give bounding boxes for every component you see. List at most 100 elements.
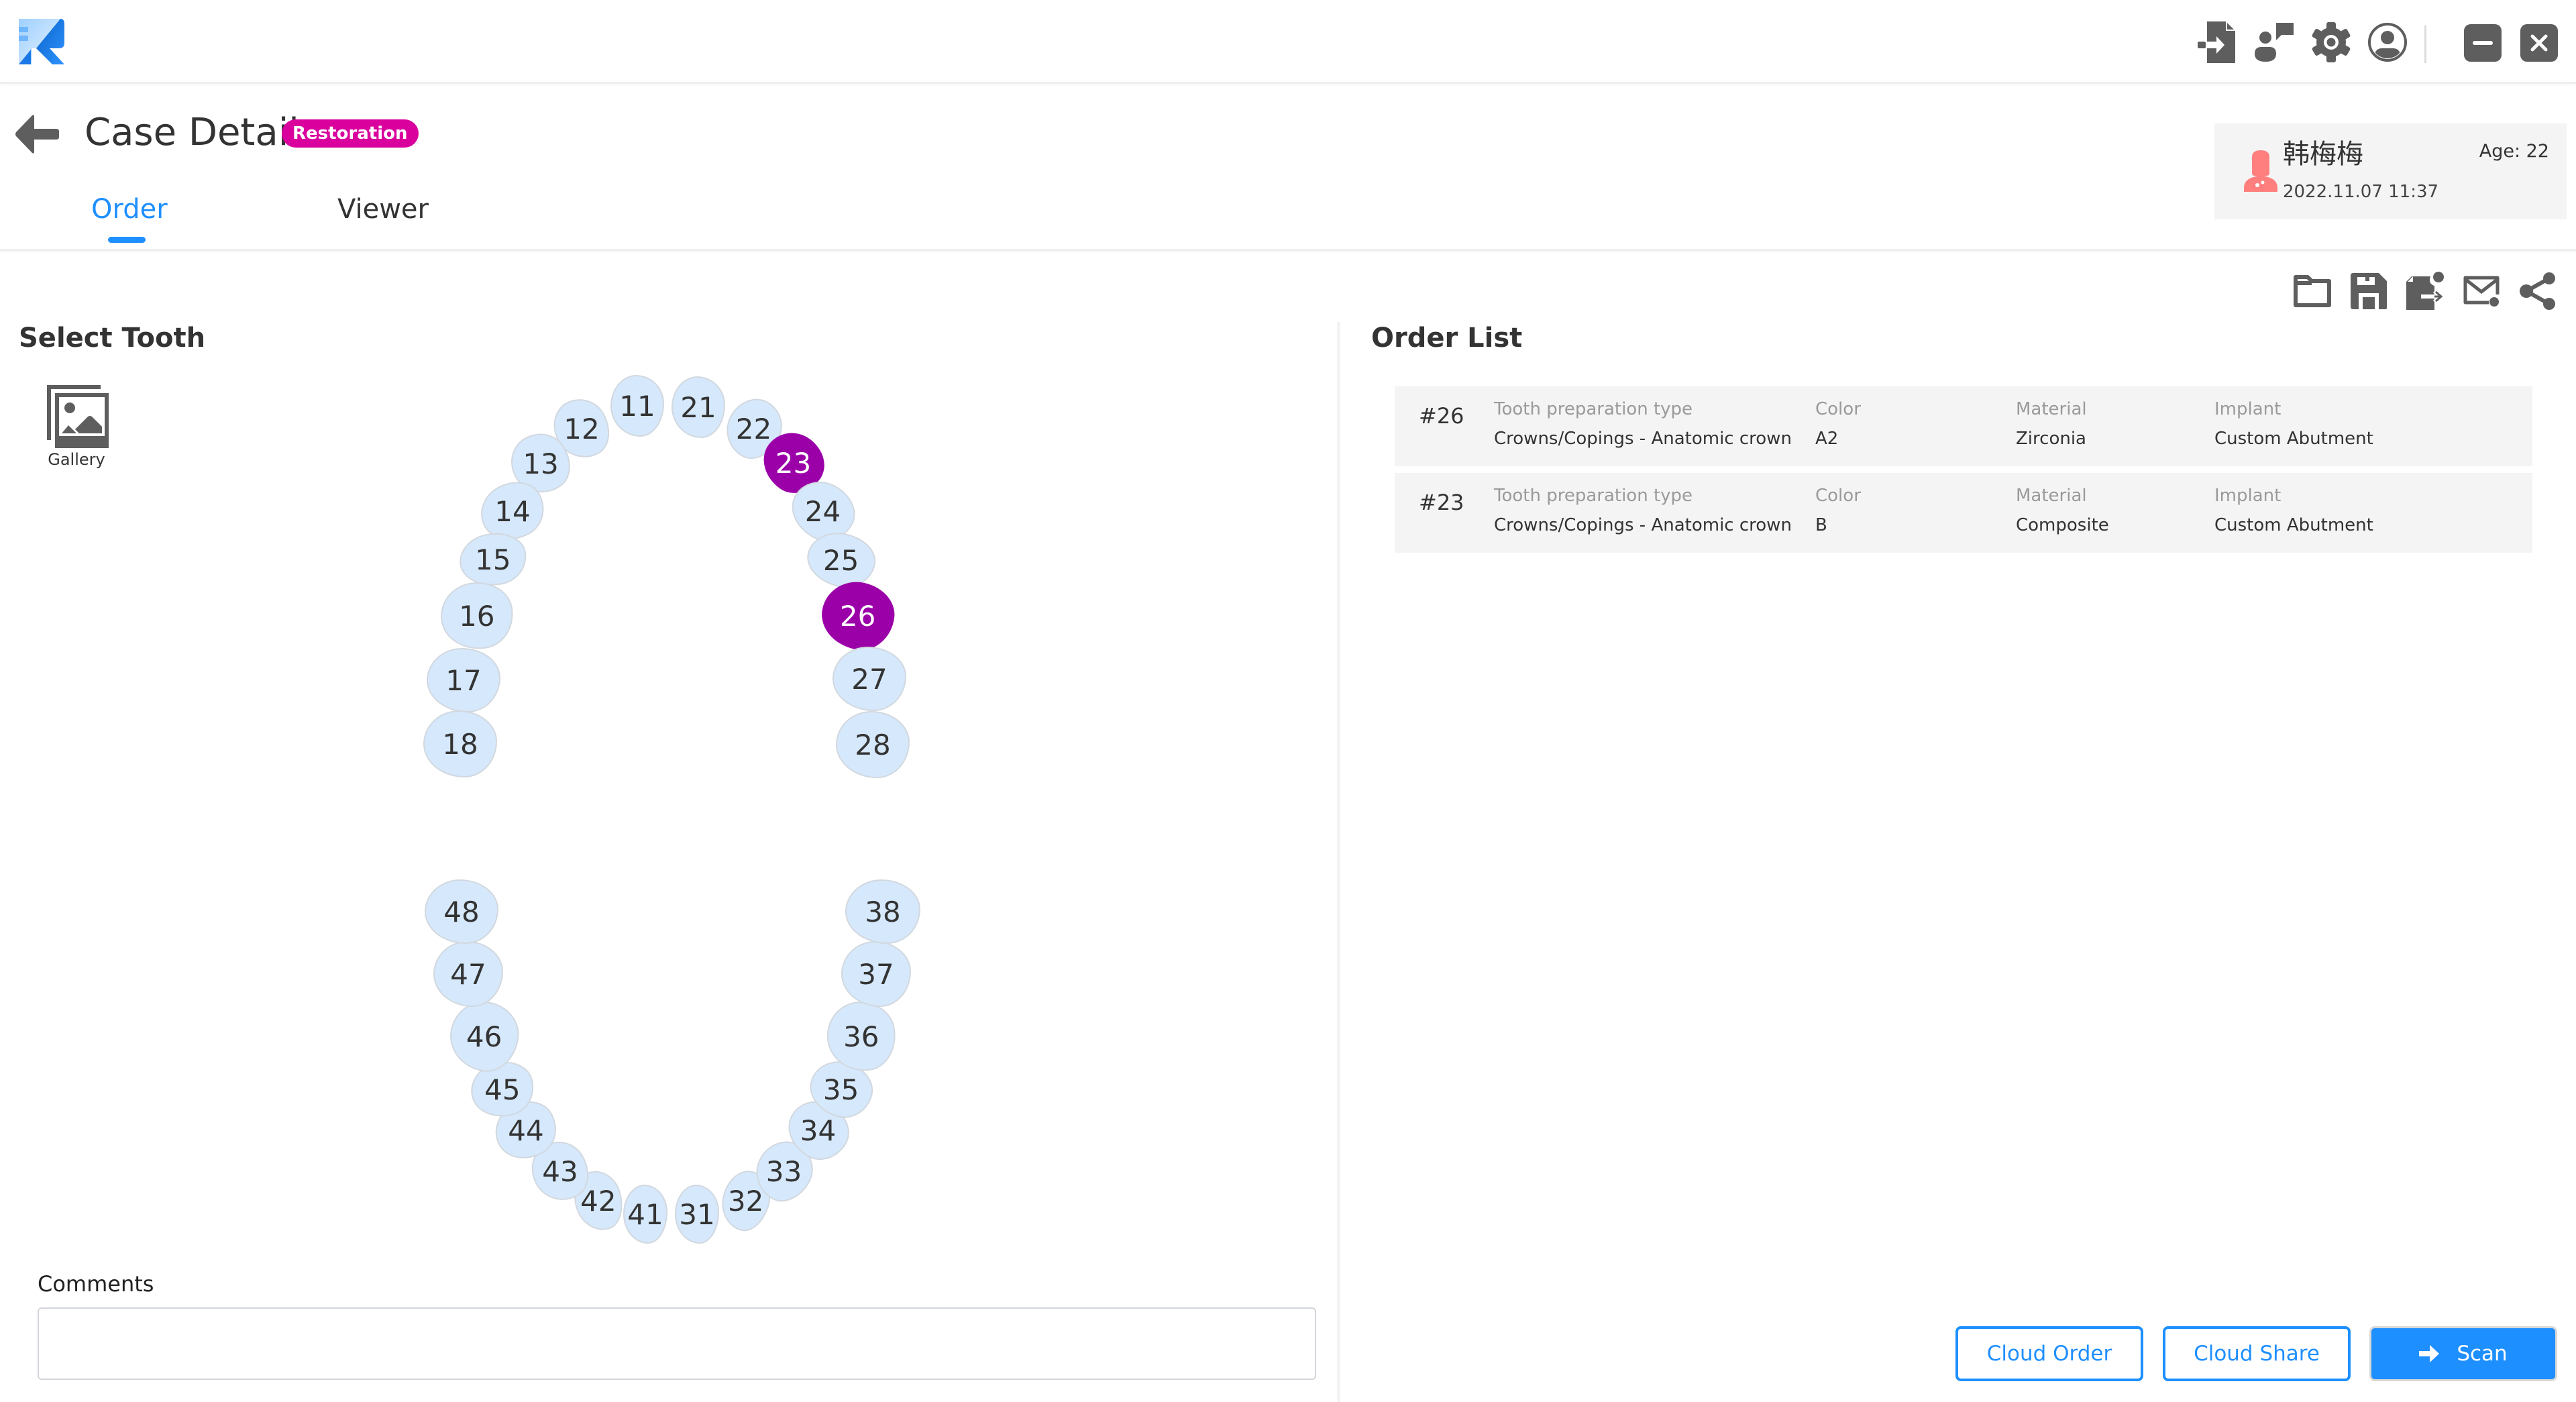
order-field-value: Custom Abutment — [2214, 515, 2373, 535]
order-field: Implant Custom Abutment — [2214, 484, 2373, 537]
back-button[interactable] — [15, 114, 60, 154]
active-tab-indicator — [108, 237, 146, 243]
tooth-number: 35 — [823, 1073, 859, 1106]
tooth-number: 12 — [564, 412, 600, 445]
order-field-value: A2 — [1815, 429, 1839, 449]
tooth-number: 42 — [580, 1184, 616, 1218]
comments-input[interactable] — [38, 1307, 1316, 1380]
tooth-number: 31 — [679, 1197, 715, 1231]
tooth-number: 26 — [840, 599, 876, 633]
tooth-number: 33 — [766, 1154, 802, 1188]
tooth-26[interactable]: 26 — [817, 577, 899, 655]
tooth-number: 15 — [475, 543, 511, 576]
case-type-badge: Restoration — [282, 119, 419, 148]
tooth-number: 36 — [843, 1020, 879, 1053]
gallery-button[interactable]: Gallery — [42, 384, 111, 471]
tooth-number: 11 — [619, 389, 655, 423]
gallery-icon — [47, 385, 109, 448]
tooth-number: 45 — [484, 1073, 521, 1106]
order-field-label: Material — [2016, 399, 2087, 419]
import-icon[interactable] — [2197, 21, 2239, 63]
scan-button[interactable]: Scan — [2369, 1326, 2557, 1381]
share-icon[interactable] — [2516, 270, 2559, 313]
tooth-number: 21 — [680, 390, 716, 424]
folder-icon[interactable] — [2291, 270, 2334, 313]
tooth-17[interactable]: 17 — [427, 648, 500, 712]
order-field: Color B — [1815, 484, 1861, 537]
tooth-number: 43 — [542, 1154, 578, 1188]
save-icon[interactable] — [2347, 270, 2390, 313]
tooth-21[interactable]: 21 — [672, 376, 725, 438]
title-bar — [0, 0, 2576, 84]
tooth-number: 47 — [450, 957, 486, 991]
order-list-title: Order List — [1371, 323, 1523, 354]
close-button[interactable] — [2520, 24, 2558, 62]
tooth-11[interactable]: 11 — [610, 375, 664, 437]
tab-viewer[interactable]: Viewer — [337, 191, 429, 228]
cloud-share-button[interactable]: Cloud Share — [2163, 1326, 2351, 1381]
order-tooth-number: #26 — [1419, 403, 1464, 429]
account-icon[interactable] — [2367, 21, 2408, 63]
tooth-28[interactable]: 28 — [836, 711, 910, 778]
order-field: Color A2 — [1815, 397, 1861, 451]
tooth-number: 46 — [466, 1020, 502, 1053]
order-field-value: Composite — [2016, 515, 2109, 535]
tab-order[interactable]: Order — [91, 191, 168, 228]
order-field: Tooth preparation type Crowns/Copings - A… — [1494, 397, 1792, 451]
minimize-button[interactable] — [2464, 24, 2502, 62]
order-field-label: Tooth preparation type — [1494, 486, 1693, 506]
tooth-number: 16 — [459, 599, 495, 633]
tooth-16[interactable]: 16 — [436, 577, 518, 655]
tooth-number: 23 — [775, 446, 812, 480]
tooth-number: 32 — [728, 1184, 764, 1218]
order-row[interactable]: #26 Tooth preparation type Crowns/Copings … — [1395, 386, 2532, 466]
order-field-label: Tooth preparation type — [1494, 399, 1693, 419]
order-field-value: Crowns/Copings - Anatomic crown — [1494, 515, 1792, 535]
app-logo — [19, 19, 64, 64]
arrow-right-icon — [2419, 1345, 2440, 1362]
tooth-number: 34 — [800, 1114, 837, 1147]
feedback-icon[interactable] — [2253, 21, 2295, 63]
order-field: Material Zirconia — [2016, 397, 2087, 451]
patient-name: 韩梅梅 — [2283, 139, 2363, 170]
page-title: Case Detail — [85, 111, 299, 154]
order-field-label: Implant — [2214, 486, 2282, 506]
order-field: Tooth preparation type Crowns/Copings - A… — [1494, 484, 1792, 537]
tooth-number: 13 — [523, 447, 559, 480]
order-field-value: Crowns/Copings - Anatomic crown — [1494, 429, 1792, 449]
tooth-37[interactable]: 37 — [841, 941, 911, 1007]
tabbar-divider — [0, 249, 2576, 252]
select-tooth-title: Select Tooth — [19, 323, 206, 354]
comments-label: Comments — [38, 1271, 154, 1297]
patient-card: 韩梅梅 2022.11.07 11:37 Age: 22 — [2214, 123, 2567, 219]
female-patient-icon — [2244, 150, 2277, 192]
tooth-number: 17 — [445, 663, 482, 697]
tooth-31[interactable]: 31 — [675, 1185, 719, 1244]
order-field-value: Zirconia — [2016, 429, 2086, 449]
order-field-value: Custom Abutment — [2214, 429, 2373, 449]
tooth-41[interactable]: 41 — [623, 1185, 667, 1244]
export-icon[interactable] — [2404, 270, 2447, 313]
gallery-label: Gallery — [48, 450, 105, 469]
cloud-order-button[interactable]: Cloud Order — [1955, 1326, 2143, 1381]
tooth-number: 44 — [508, 1114, 544, 1147]
tooth-number: 48 — [443, 895, 480, 928]
order-field-label: Implant — [2214, 399, 2282, 419]
tooth-number: 41 — [627, 1197, 663, 1231]
order-tooth-number: #23 — [1419, 490, 1464, 515]
tooth-number: 28 — [855, 728, 891, 761]
gear-icon[interactable] — [2310, 21, 2352, 63]
tooth-number: 38 — [865, 895, 901, 928]
mail-icon[interactable] — [2460, 270, 2503, 313]
tooth-27[interactable]: 27 — [833, 647, 906, 711]
tooth-18[interactable]: 18 — [423, 710, 497, 777]
order-row[interactable]: #23 Tooth preparation type Crowns/Copings … — [1395, 473, 2532, 553]
tooth-38[interactable]: 38 — [845, 879, 920, 944]
tooth-48[interactable]: 48 — [425, 879, 498, 944]
toolbar-divider — [2424, 25, 2426, 63]
order-field-label: Color — [1815, 399, 1861, 419]
tooth-47[interactable]: 47 — [433, 941, 503, 1007]
order-field-label: Material — [2016, 486, 2087, 506]
tooth-number: 27 — [851, 662, 888, 696]
minimize-icon — [2473, 41, 2493, 45]
